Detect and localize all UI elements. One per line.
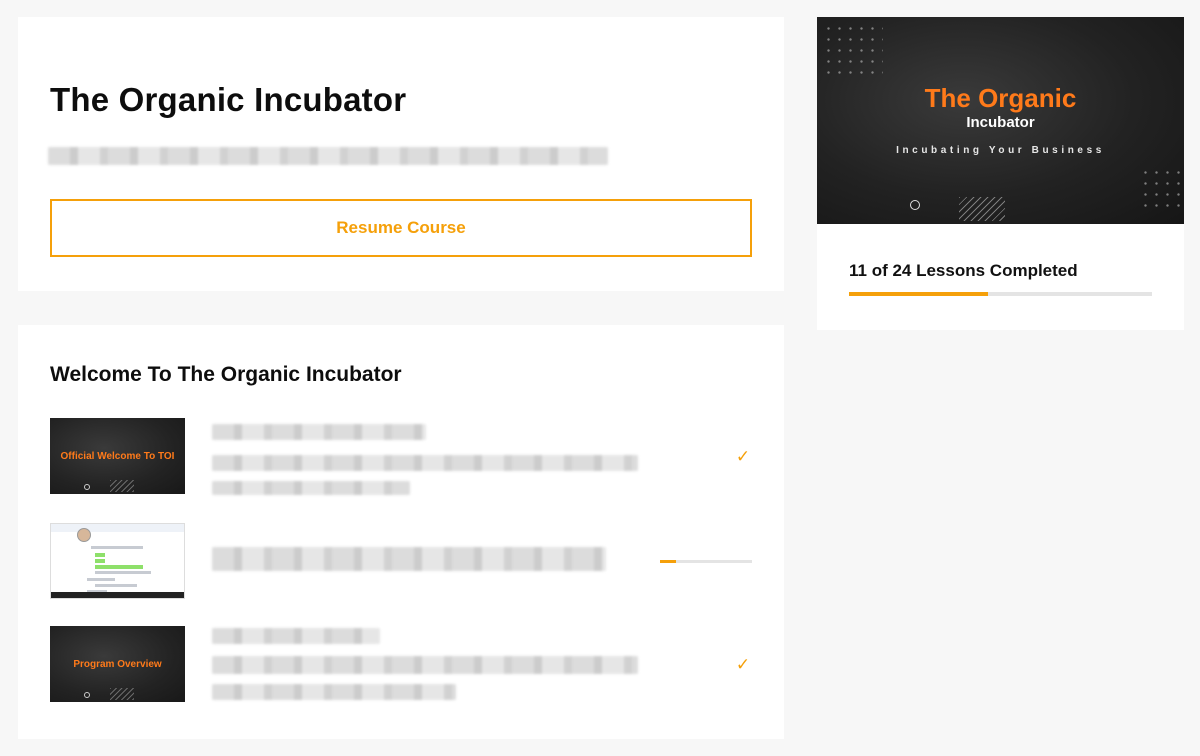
course-progress-fill: [849, 292, 988, 296]
doc-line: [91, 546, 143, 549]
lesson-row[interactable]: Official Welcome To TOI ✓: [50, 418, 752, 495]
lesson-thumbnail[interactable]: [50, 523, 185, 599]
checkmark-icon: ✓: [735, 655, 751, 674]
course-title: The Organic Incubator: [50, 81, 407, 118]
decorative-ring: [84, 484, 90, 490]
decorative-ring: [910, 200, 920, 210]
doc-line: [95, 571, 151, 574]
lesson-row[interactable]: Program Overview ✓: [50, 626, 752, 702]
lesson-thumbnail-text: Official Welcome To TOI: [60, 450, 175, 462]
decorative-hatch: [110, 688, 134, 700]
course-progress-bar: [849, 292, 1152, 296]
section-title: Welcome To The Organic Incubator: [50, 363, 402, 386]
doc-highlight: [95, 559, 105, 563]
lesson-description-blurred: [212, 455, 638, 471]
decorative-hatch: [110, 480, 134, 492]
lesson-description-blurred: [212, 684, 456, 700]
decorative-ring: [84, 692, 90, 698]
resume-course-button[interactable]: Resume Course: [50, 199, 752, 257]
lesson-thumbnail[interactable]: Official Welcome To TOI: [50, 418, 185, 494]
doc-toolbar: [51, 524, 184, 532]
lesson-thumbnail-text: Program Overview: [73, 658, 162, 670]
lesson-description-blurred: [212, 481, 410, 495]
banner-tagline: Incubating Your Business: [896, 145, 1105, 156]
avatar: [77, 528, 91, 542]
course-description-blurred: [48, 147, 608, 165]
lesson-thumbnail[interactable]: Program Overview: [50, 626, 185, 702]
checkmark-icon: ✓: [735, 447, 751, 466]
lesson-progress-fill: [660, 560, 676, 563]
banner-subtitle: Incubator: [966, 114, 1035, 131]
lesson-title-blurred: [212, 547, 606, 571]
lessons-section-card: Welcome To The Organic Incubator Officia…: [18, 325, 784, 739]
course-header-card: The Organic Incubator Resume Course: [18, 17, 784, 291]
course-banner-image: The Organic Incubator Incubating Your Bu…: [817, 17, 1184, 224]
doc-highlight: [95, 565, 143, 569]
lesson-title-blurred: [212, 628, 380, 644]
lesson-progress-bar: [660, 560, 752, 563]
doc-highlight: [95, 553, 105, 557]
decorative-hatch: [959, 197, 1005, 221]
course-progress-card: The Organic Incubator Incubating Your Bu…: [817, 17, 1184, 330]
lesson-title-blurred: [212, 424, 426, 440]
decorative-dots: [823, 23, 883, 79]
banner-title: The Organic: [924, 83, 1077, 113]
doc-line: [95, 584, 137, 587]
doc-footer: [51, 592, 184, 598]
decorative-dots: [1140, 167, 1180, 211]
lesson-description-blurred: [212, 656, 638, 674]
lesson-row[interactable]: [50, 523, 752, 599]
doc-line: [87, 578, 115, 581]
lessons-completed-label: 11 of 24 Lessons Completed: [849, 261, 1078, 280]
